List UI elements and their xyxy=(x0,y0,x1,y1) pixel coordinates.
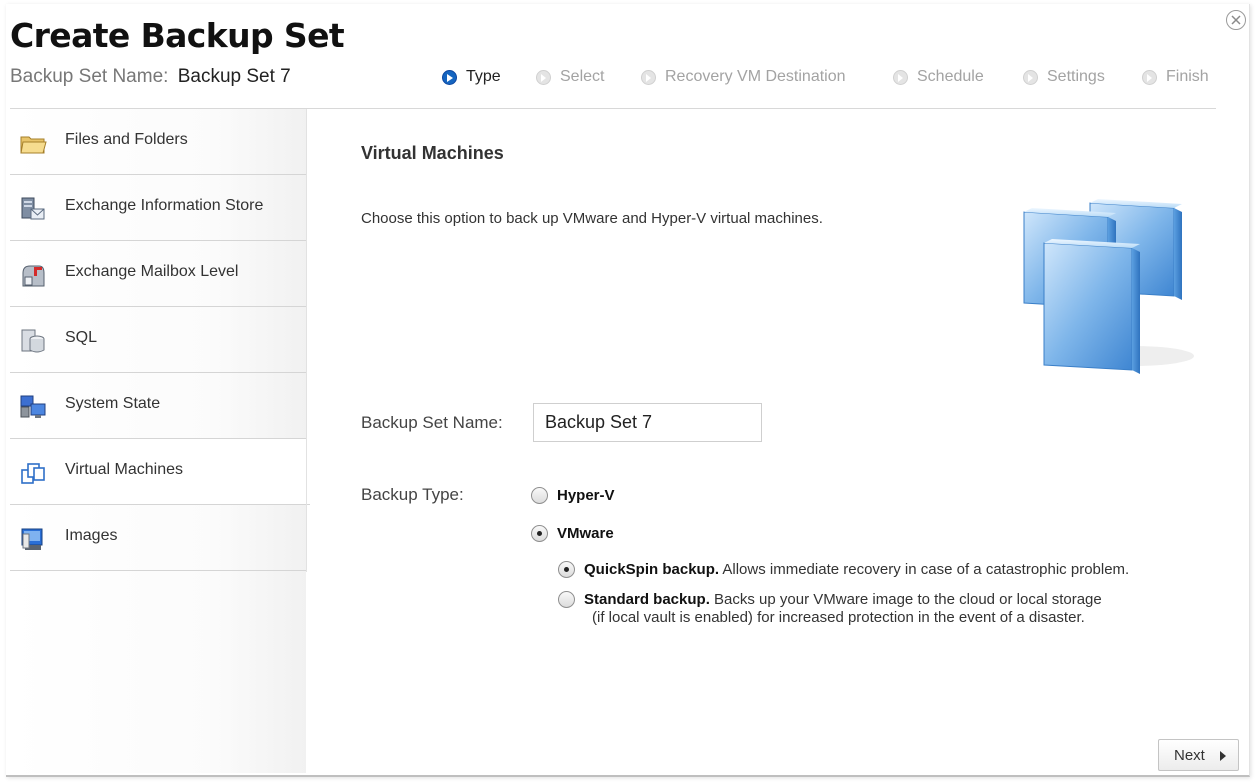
backup-set-name-field-label: Backup Set Name: xyxy=(361,413,503,432)
step-recovery-vm-destination: Recovery VM Destination xyxy=(641,68,846,86)
standard-backup-label[interactable]: Standard backup. Backs up your VMware im… xyxy=(584,591,1102,608)
sidebar-item-system-state[interactable]: System State xyxy=(10,373,306,439)
page-title: Create Backup Set xyxy=(10,16,345,55)
sidebar-item-label: Images xyxy=(65,527,118,544)
section-heading: Virtual Machines xyxy=(361,143,504,163)
images-icon xyxy=(21,528,43,550)
sidebar-item-label: SQL xyxy=(65,329,98,346)
step-inactive-icon xyxy=(1023,69,1038,85)
database-icon xyxy=(21,329,45,353)
hyperv-radio[interactable] xyxy=(531,487,548,504)
step-active-icon xyxy=(442,69,457,85)
step-label: Finish xyxy=(1166,68,1209,85)
sidebar-item-label: Files and Folders xyxy=(65,131,188,148)
quickspin-backup-radio[interactable] xyxy=(558,561,575,578)
sidebar-item-label: Exchange Mailbox Level xyxy=(65,263,239,280)
sidebar-item-sql[interactable]: SQL xyxy=(10,307,306,373)
standard-backup-description: (if local vault is enabled) for increase… xyxy=(592,609,1085,626)
close-icon[interactable] xyxy=(1226,10,1246,30)
step-label: Select xyxy=(560,68,605,85)
step-inactive-icon xyxy=(1142,69,1157,85)
backup-set-name-value: Backup Set 7 xyxy=(177,66,291,87)
quickspin-backup-label[interactable]: QuickSpin backup. Allows immediate recov… xyxy=(584,561,1129,578)
step-select: Select xyxy=(536,68,604,86)
next-button[interactable]: Next xyxy=(1158,739,1239,771)
standard-backup-radio[interactable] xyxy=(558,591,575,608)
sidebar-item-label: System State xyxy=(65,395,161,412)
sidebar-item-images[interactable]: Images xyxy=(10,505,306,571)
virtual-machines-illustration-icon xyxy=(1023,199,1194,374)
backup-set-name-header: Backup Set Name: Backup Set 7 xyxy=(10,66,291,88)
sidebar-item-files-and-folders[interactable]: Files and Folders xyxy=(10,109,306,175)
step-schedule: Schedule xyxy=(893,68,984,86)
backup-set-name-input[interactable] xyxy=(533,403,762,442)
folder-icon xyxy=(20,136,47,154)
hyperv-radio-label[interactable]: Hyper-V xyxy=(557,487,615,504)
sidebar-item-label: Virtual Machines xyxy=(65,461,183,478)
sidebar-item-virtual-machines[interactable]: Virtual Machines xyxy=(10,439,310,505)
step-inactive-icon xyxy=(536,69,551,85)
backup-type-label: Backup Type: xyxy=(361,485,464,504)
sidebar-item-exchange-mailbox-level[interactable]: Exchange Mailbox Level xyxy=(10,241,306,307)
backup-set-name-label: Backup Set Name: xyxy=(10,66,169,87)
sidebar-divider xyxy=(306,109,307,572)
step-inactive-icon xyxy=(893,69,908,85)
section-description: Choose this option to back up VMware and… xyxy=(361,210,823,227)
step-label: Type xyxy=(466,68,501,85)
next-button-label: Next xyxy=(1174,747,1205,764)
step-settings: Settings xyxy=(1023,68,1105,86)
vmware-radio-label[interactable]: VMware xyxy=(557,525,614,542)
step-finish: Finish xyxy=(1142,68,1209,86)
step-label: Recovery VM Destination xyxy=(665,68,846,85)
vmware-radio[interactable] xyxy=(531,525,548,542)
step-label: Settings xyxy=(1047,68,1105,85)
system-state-icon xyxy=(20,395,46,418)
mailbox-icon xyxy=(22,265,45,287)
step-inactive-icon xyxy=(641,69,656,85)
sidebar-item-exchange-information-store[interactable]: Exchange Information Store xyxy=(10,175,306,241)
sidebar-item-label: Exchange Information Store xyxy=(65,197,264,214)
sidebar: Files and Folders Exchange Information S… xyxy=(10,109,310,773)
arrow-right-icon xyxy=(1220,751,1226,761)
exchange-store-icon xyxy=(21,197,45,220)
step-label: Schedule xyxy=(917,68,984,85)
virtual-machines-icon xyxy=(21,463,45,484)
step-type: Type xyxy=(442,68,501,86)
